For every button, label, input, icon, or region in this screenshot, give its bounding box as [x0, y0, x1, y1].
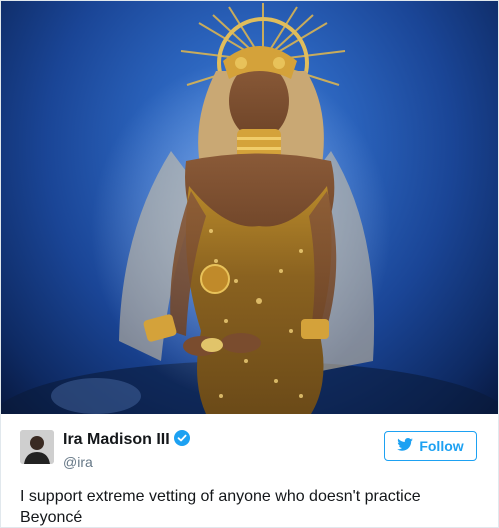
embedded-tweet-card: Ira Madison III @ira Follow I support ex…	[0, 0, 499, 528]
author-display-name[interactable]: Ira Madison III	[63, 431, 170, 448]
photo-illustration	[1, 3, 498, 414]
author-names: Ira Madison III @ira	[63, 430, 190, 471]
follow-button[interactable]: Follow	[384, 431, 477, 461]
tweet-text-line-1: I support extreme vetting of anyone who …	[20, 488, 421, 505]
tweet-text: I support extreme vetting of anyone who …	[20, 486, 480, 528]
twitter-bird-icon	[397, 438, 414, 454]
tweet-header: Ira Madison III @ira Follow	[1, 414, 498, 482]
follow-button-label: Follow	[419, 438, 464, 454]
verified-badge-icon	[173, 430, 190, 451]
author-handle[interactable]: @ira	[63, 453, 190, 471]
avatar[interactable]	[20, 430, 54, 464]
avatar-image	[20, 430, 54, 464]
author-name-row[interactable]: Ira Madison III	[63, 430, 190, 451]
performer-photo[interactable]	[1, 1, 498, 414]
tweet-text-line-2: Beyoncé	[20, 509, 83, 526]
